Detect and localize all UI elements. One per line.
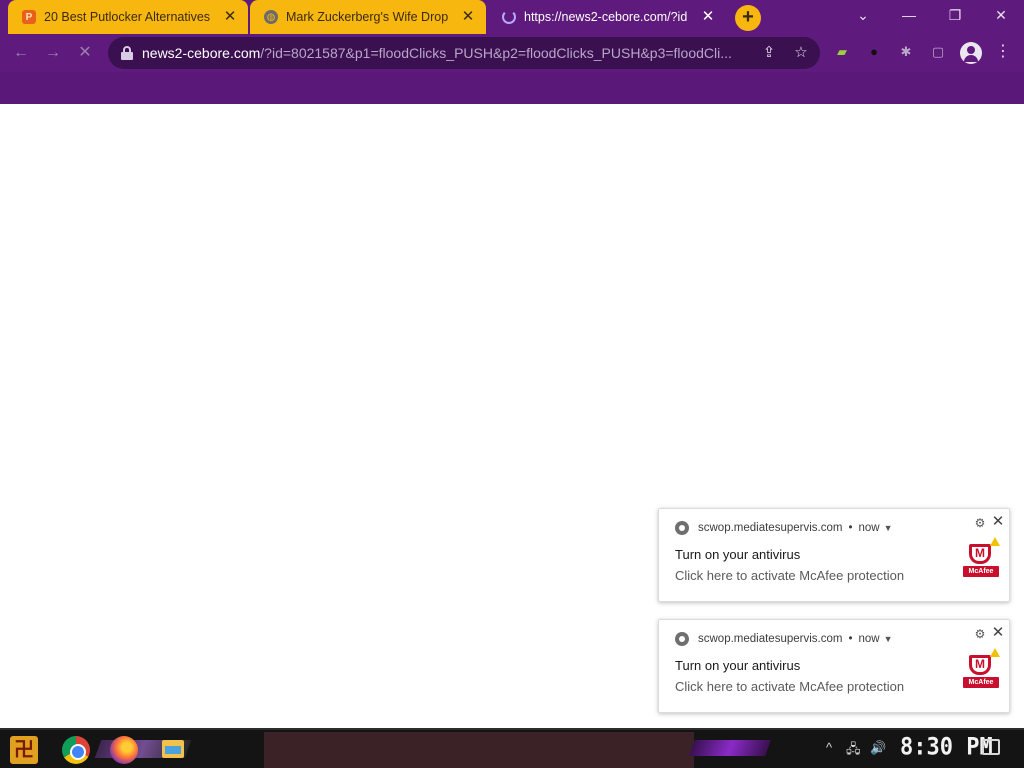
file-explorer-taskbar-icon[interactable] (162, 740, 184, 758)
warning-icon (990, 537, 1000, 546)
tab-close-icon[interactable]: ✕ (700, 9, 716, 25)
new-tab-button[interactable]: + (735, 5, 761, 31)
putlocker-favicon-icon: P (22, 10, 36, 24)
firefox-taskbar-icon[interactable] (110, 736, 138, 764)
push-notification[interactable]: scwop.mediatesupervis.com • now ▼ ⚙ ✕ Tu… (658, 619, 1010, 713)
chrome-icon (675, 521, 689, 535)
lock-icon[interactable] (120, 45, 134, 61)
tray-chevron-icon[interactable]: ^ (826, 740, 832, 755)
mcafee-label: McAfee (963, 677, 999, 688)
restore-button[interactable]: ❐ (932, 0, 978, 30)
tab-title: Mark Zuckerberg's Wife Drop (286, 10, 449, 24)
taskbar: 卍 ^ 🖧 🔊 8:30 PM (0, 728, 1024, 768)
push-notification[interactable]: scwop.mediatesupervis.com • now ▼ ⚙ ✕ Tu… (658, 508, 1010, 602)
close-window-button[interactable]: ✕ (978, 0, 1024, 30)
notification-header: scwop.mediatesupervis.com • now ▼ (675, 632, 893, 646)
chevron-down-icon[interactable]: ▼ (884, 523, 893, 533)
chevron-down-icon[interactable]: ▼ (884, 634, 893, 644)
taskbar-clock[interactable]: 8:30 PM (900, 734, 993, 762)
tab-close-icon[interactable]: ✕ (222, 9, 238, 25)
notification-time: now (858, 522, 880, 534)
tab-title: 20 Best Putlocker Alternatives (44, 10, 211, 24)
menu-dots-icon[interactable]: ⋮ (994, 43, 1012, 61)
shopping-bag-extension-icon[interactable]: ▰ (833, 43, 851, 61)
notification-title: Turn on your antivirus (675, 658, 801, 673)
volume-icon[interactable]: 🔊 (870, 740, 886, 756)
address-bar[interactable]: news2-cebore.com/?id=8021587&p1=floodCli… (108, 37, 820, 69)
warning-icon (990, 648, 1000, 657)
tab-search-icon[interactable]: ⌄ (840, 0, 886, 30)
tab-zuckerberg[interactable]: ◍ Mark Zuckerberg's Wife Drop ✕ (250, 0, 486, 34)
taskbar-empty-area (264, 732, 694, 768)
tab-close-icon[interactable]: ✕ (460, 9, 476, 25)
loading-spinner-icon (502, 10, 516, 24)
side-panel-icon[interactable]: ▢ (929, 43, 947, 61)
separator-dot: • (848, 522, 853, 534)
gear-icon[interactable]: ⚙ (973, 627, 987, 641)
back-button[interactable]: ← (8, 40, 34, 66)
notification-body: Click here to activate McAfee protection (675, 679, 905, 694)
page-header-band (0, 72, 1024, 104)
close-icon[interactable]: ✕ (991, 514, 1005, 529)
profile-avatar[interactable] (960, 42, 982, 64)
chrome-icon (675, 632, 689, 646)
taskbar-decoration (689, 740, 771, 756)
notification-time: now (858, 633, 880, 645)
notification-origin: scwop.mediatesupervis.com (698, 633, 843, 645)
separator-dot: • (848, 633, 853, 645)
notification-body: Click here to activate McAfee protection (675, 568, 905, 583)
gear-icon[interactable]: ⚙ (973, 516, 987, 530)
mcafee-label: McAfee (963, 566, 999, 577)
address-url[interactable]: news2-cebore.com/?id=8021587&p1=floodCli… (142, 45, 752, 61)
share-icon[interactable]: ⇪ (760, 44, 778, 62)
tab-strip: P 20 Best Putlocker Alternatives ✕ ◍ Mar… (0, 0, 1024, 34)
mcafee-logo-icon: McAfee (963, 537, 1000, 579)
tab-news2-cebore[interactable]: https://news2-cebore.com/?id ✕ (488, 0, 726, 34)
notification-title: Turn on your antivirus (675, 547, 801, 562)
tab-putlocker[interactable]: P 20 Best Putlocker Alternatives ✕ (8, 0, 248, 34)
tab-title: https://news2-cebore.com/?id (524, 10, 688, 24)
url-path: /?id=8021587&p1=floodClicks_PUSH&p2=floo… (260, 45, 732, 61)
mcafee-logo-icon: McAfee (963, 648, 1000, 690)
action-center-icon[interactable] (982, 739, 1000, 755)
network-icon[interactable]: 🖧 (846, 740, 861, 762)
close-icon[interactable]: ✕ (991, 625, 1005, 640)
bookmark-star-icon[interactable]: ☆ (792, 44, 810, 62)
dark-circle-extension-icon[interactable]: ● (865, 43, 883, 61)
start-button[interactable]: 卍 (10, 736, 38, 764)
browser-toolbar: ← → ✕ news2-cebore.com/?id=8021587&p1=fl… (0, 34, 1024, 72)
chrome-taskbar-icon[interactable] (62, 736, 90, 764)
forward-button[interactable]: → (40, 40, 66, 66)
puzzle-extensions-icon[interactable]: ✱ (897, 43, 915, 61)
notification-origin: scwop.mediatesupervis.com (698, 522, 843, 534)
stop-loading-button[interactable]: ✕ (72, 40, 98, 66)
notification-header: scwop.mediatesupervis.com • now ▼ (675, 521, 893, 535)
minimize-button[interactable]: — (886, 0, 932, 30)
url-host: news2-cebore.com (142, 45, 261, 61)
globe-icon: ◍ (264, 10, 278, 24)
